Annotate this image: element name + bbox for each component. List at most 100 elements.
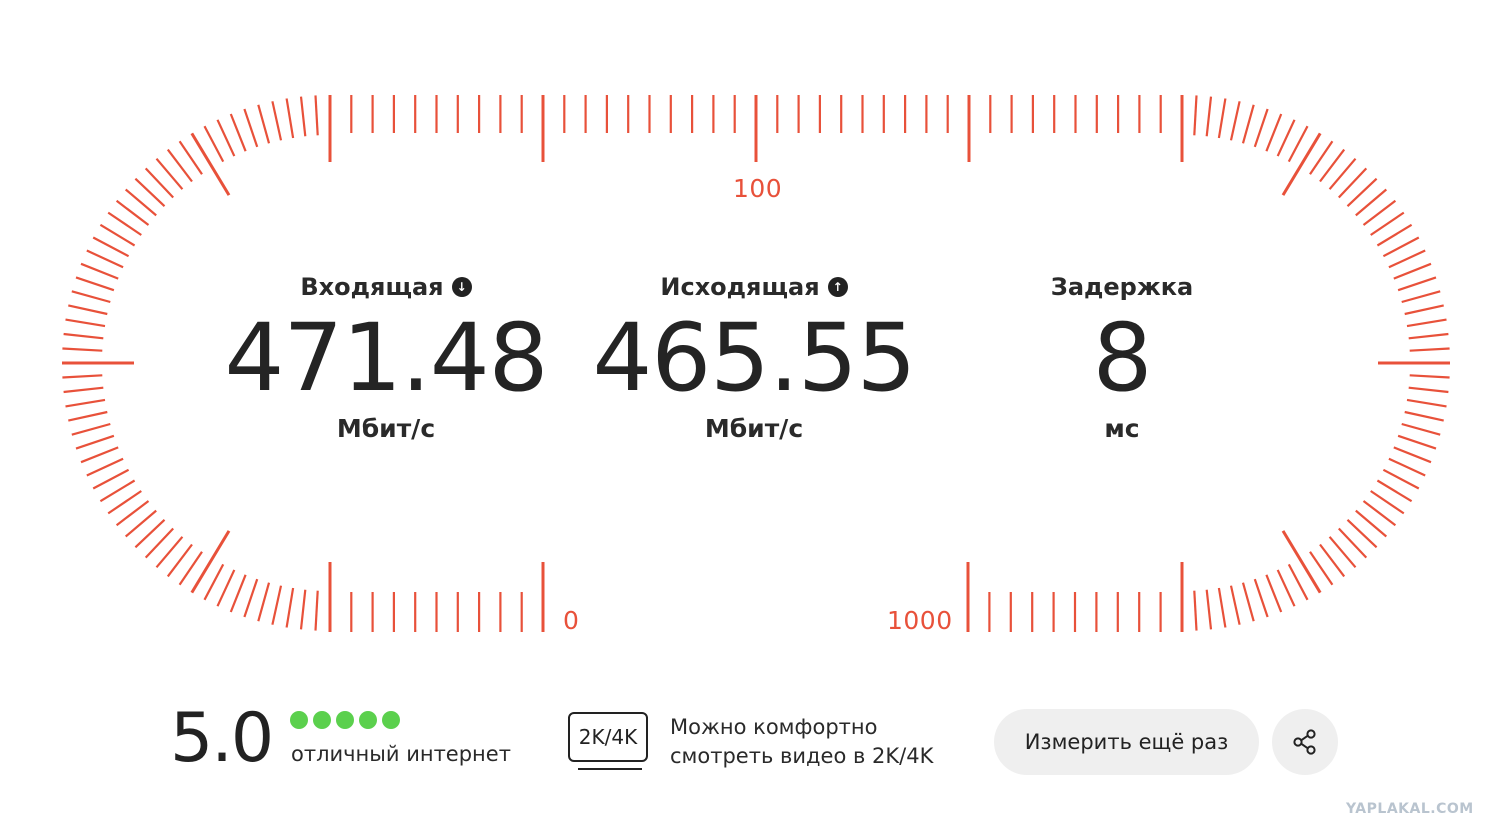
scale-tick [190,530,231,594]
latency-metric: Задержка 8 мс [942,270,1302,443]
scale-tick [229,574,247,613]
scale-tick [1397,276,1437,292]
scale-tick [1241,582,1255,622]
scale-tick [314,95,319,136]
scale-tick [1382,468,1420,490]
latency-unit: мс [1104,414,1140,443]
scale-tick [1401,290,1441,304]
download-unit: Мбит/с [336,414,436,443]
scale-tick [257,582,271,622]
scale-tick [1408,386,1449,394]
scale-tick [1276,119,1296,157]
scale-tick [1401,422,1441,436]
scale-tick [1217,587,1227,628]
download-value: 471.48 [224,304,549,413]
scale-tick [271,101,283,141]
scale-tick [1404,304,1444,316]
scale-tick [1265,574,1283,613]
upload-value: 465.55 [592,304,917,413]
scale-tick [1406,398,1447,408]
scale-tick [1276,569,1296,607]
scale-tick [1388,249,1426,269]
scale-label-0: 0 [563,606,580,635]
upload-metric: Исходящая ↑ 465.55 Мбит/с [574,270,934,443]
latency-value: 8 [1092,304,1153,413]
rating-dot [313,711,331,729]
scale-tick [68,410,108,422]
scale-tick [1193,590,1198,631]
quality-description: Можно комфортно смотреть видео в 2K/4K [670,713,970,771]
rating-dot [290,711,308,729]
rating-dots [290,711,400,729]
scale-tick [1229,585,1241,625]
scale-tick [80,262,119,280]
rating-dot [359,711,377,729]
scale-tick [1409,374,1450,379]
scale-tick [1205,96,1213,137]
scale-tick [1408,332,1449,340]
share-icon [1293,729,1316,755]
scale-tick [271,585,283,625]
scale-tick [1382,236,1420,258]
scale-tick [63,386,104,394]
scale-tick [216,119,236,157]
scale-tick [299,96,307,137]
latency-title: Задержка [942,270,1302,304]
scale-tick [71,290,111,304]
scale-label-1000: 1000 [887,606,953,635]
rating-dot [336,711,354,729]
scale-tick [1281,132,1322,196]
quality-badge-label: 2K/4K [578,725,638,749]
video-quality-icon: 2K/4K [568,712,648,762]
scale-tick [1404,410,1444,422]
scale-tick [71,422,111,436]
scale-tick [62,347,103,352]
scale-tick [1229,101,1241,141]
scale-tick [1397,434,1437,450]
quality-line-2: смотреть видео в 2K/4K [670,744,934,768]
share-button[interactable] [1272,709,1338,775]
rating-score: 5.0 [170,699,274,778]
scale-tick [243,578,259,618]
scale-tick [1205,589,1213,630]
upload-label: Исходящая [660,273,820,301]
upload-unit: Мбит/с [704,414,804,443]
scale-tick [65,398,106,408]
scale-tick [1217,98,1227,139]
download-label: Входящая [300,273,444,301]
scale-tick [1253,578,1269,618]
scale-tick [68,304,108,316]
scale-tick [92,468,130,490]
scale-tick [1409,347,1450,352]
scale-tick [1393,262,1432,280]
scale-tick [62,374,103,379]
scale-tick [65,318,106,328]
arrow-up-circle-icon: ↑ [827,277,848,297]
retest-button[interactable]: Измерить ещё раз [994,709,1259,775]
speedtest-page: 100 0 1000 Входящая ↓ 471.48 Мбит/с Исхо… [0,0,1508,839]
scale-tick [63,332,104,340]
scale-tick [1281,530,1322,594]
scale-tick [1241,104,1255,144]
scale-label-100: 100 [733,174,783,203]
watermark: YAPLAKAL.COM [1346,801,1474,817]
scale-tick [92,236,130,258]
quality-badge-stand [578,768,642,770]
scale-tick [190,132,231,196]
rating-dot [382,711,400,729]
scale-tick [1388,457,1426,477]
scale-tick [285,98,295,139]
scale-tick [1393,446,1432,464]
scale-tick [229,113,247,152]
scale-tick [1193,95,1198,136]
scale-tick [1406,318,1447,328]
scale-tick [1265,113,1283,152]
upload-title: Исходящая ↑ [574,270,934,304]
scale-tick [80,446,119,464]
scale-tick [314,590,319,631]
scale-tick [257,104,271,144]
scale-tick [216,569,236,607]
arrow-down-circle-icon: ↓ [451,277,472,297]
scale-tick [86,249,124,269]
scale-tick [1253,108,1269,148]
